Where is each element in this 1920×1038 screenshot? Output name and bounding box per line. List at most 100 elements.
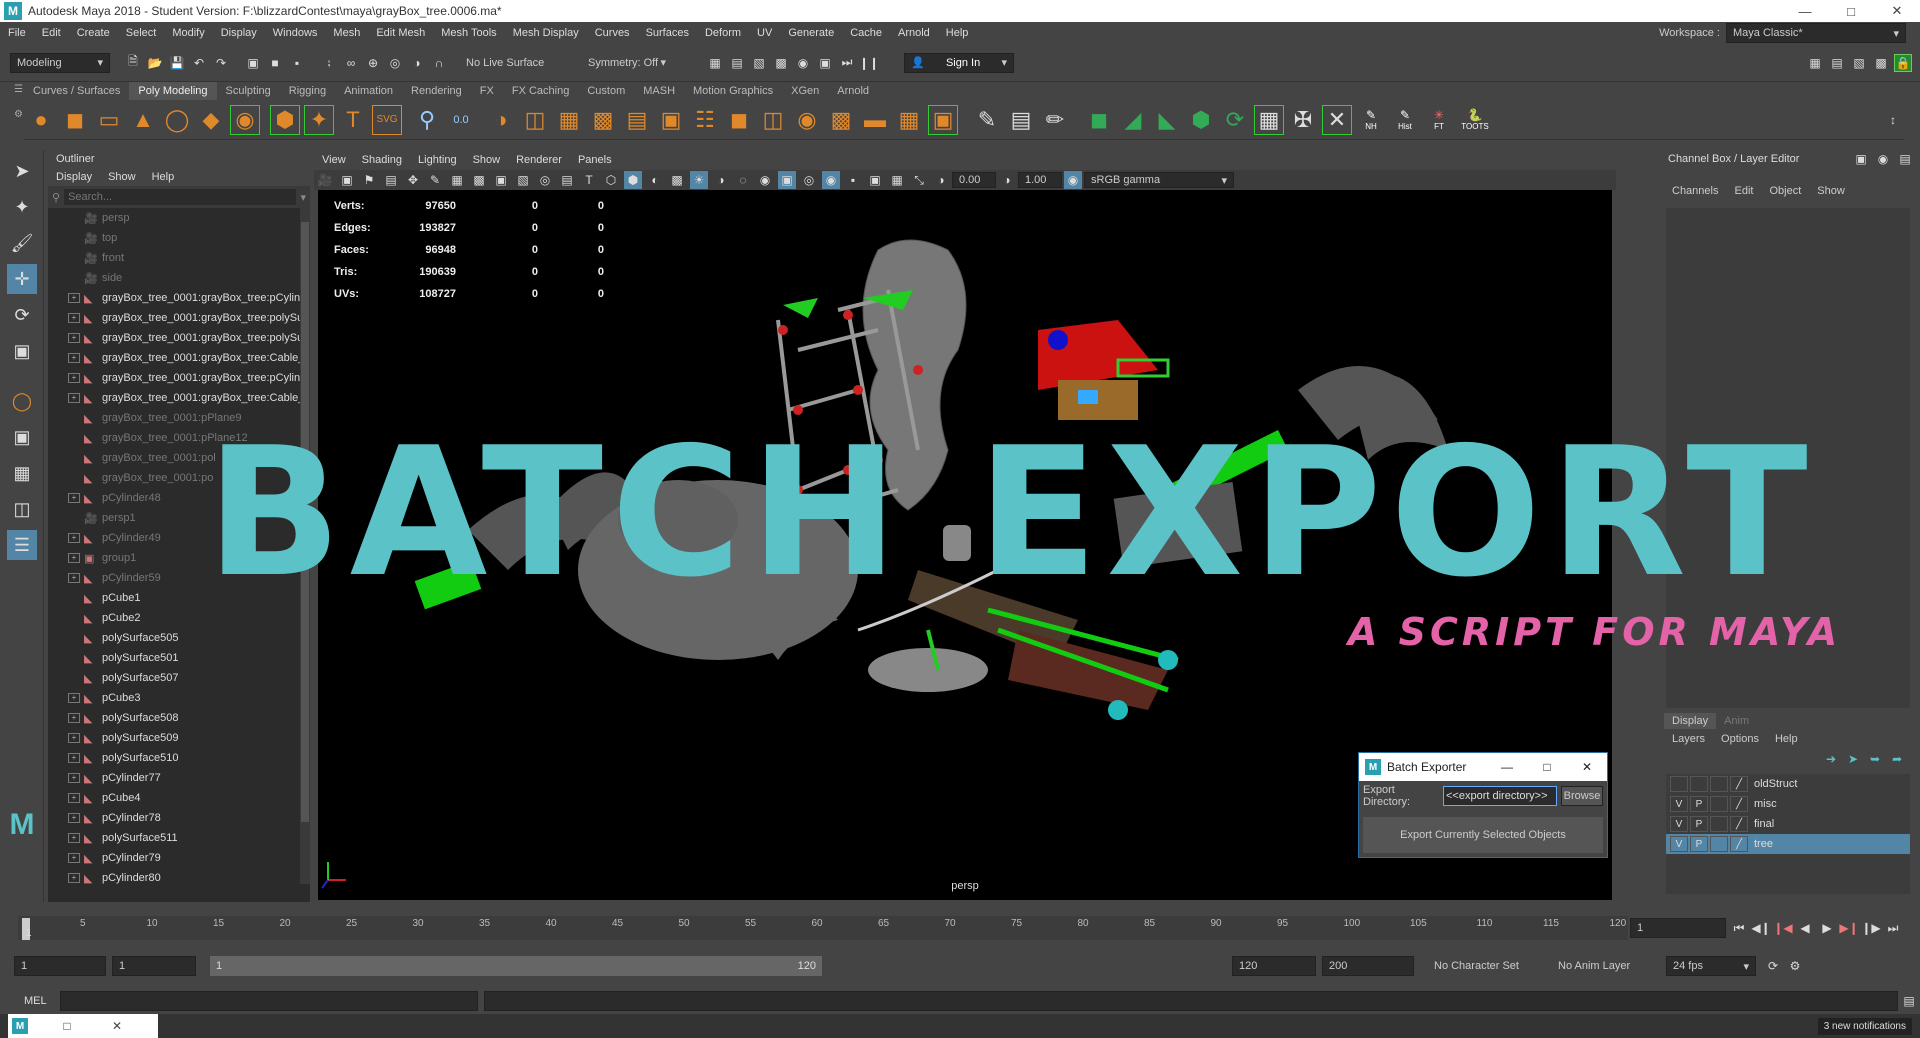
tool-settings-icon[interactable]: ▧ — [1850, 54, 1868, 72]
viewport-menu-renderer[interactable]: Renderer — [508, 154, 570, 166]
script-editor-icon[interactable]: ▤ — [1900, 992, 1918, 1010]
wireframe-icon[interactable]: ⬡ — [602, 171, 620, 189]
outliner-item[interactable]: + ◣ grayBox_tree_0001:grayBox_tree:Cable_ — [48, 348, 310, 368]
layer-row[interactable]: ╱ oldStruct — [1666, 774, 1910, 794]
layer-color-swatch[interactable]: ╱ — [1730, 836, 1748, 852]
outliner-item[interactable]: + ◣ polySurface511 — [48, 828, 310, 848]
timeline-track[interactable]: 1 5 10 15 20 25 30 35 40 45 50 55 60 65 70 75 80 85 90 95 1… — [18, 916, 1628, 940]
expand-icon[interactable]: + — [68, 813, 80, 823]
expand-view-icon[interactable]: ⤡ — [910, 171, 928, 189]
export-selected-button[interactable]: Export Currently Selected Objects — [1363, 817, 1603, 853]
snap-point-icon[interactable]: ⊕ — [364, 54, 382, 72]
shelf-tab-rendering[interactable]: Rendering — [402, 82, 471, 100]
outliner-item[interactable]: 🎥 top — [48, 228, 310, 248]
planar-uv-icon[interactable]: ▬ — [860, 105, 890, 135]
scene-start-field[interactable]: 1 — [14, 956, 106, 976]
menu-edit[interactable]: Edit — [34, 27, 69, 39]
gate-mask-icon[interactable]: ▧ — [514, 171, 532, 189]
poly-cylinder-icon[interactable]: ▭ — [94, 105, 124, 135]
resolution-icon[interactable]: ▣ — [866, 171, 884, 189]
merge-icon[interactable]: ◫ — [758, 105, 788, 135]
go-to-end-icon[interactable]: ⏭ — [1884, 919, 1902, 937]
menu-windows[interactable]: Windows — [265, 27, 326, 39]
color-management-icon[interactable]: ◉ — [1064, 171, 1082, 189]
notifications-badge[interactable]: 3 new notifications — [1817, 1017, 1912, 1035]
expand-icon[interactable]: + — [68, 313, 80, 323]
redo-icon[interactable]: ↷ — [212, 54, 230, 72]
display-type-toggle[interactable] — [1710, 776, 1728, 792]
poly-disc-icon[interactable]: ◉ — [230, 104, 260, 135]
layer-options-icon[interactable]: ➦ — [1888, 750, 1906, 768]
menu-arnold[interactable]: Arnold — [890, 27, 938, 39]
isolate-select-icon[interactable]: ▣ — [778, 171, 796, 189]
uv-editor-icon[interactable]: ▣ — [928, 104, 958, 135]
sign-in-dropdown[interactable]: 👤 Sign In ▾ — [904, 52, 1014, 73]
2d-pan-icon[interactable]: ✥ — [404, 171, 422, 189]
open-scene-icon[interactable]: 📂 — [146, 54, 164, 72]
new-layer-selected-icon[interactable]: ➥ — [1866, 750, 1884, 768]
shelf-scroll-icon[interactable]: ↕ — [1884, 111, 1902, 129]
safe-action-icon[interactable]: ▤ — [558, 171, 576, 189]
menu-cache[interactable]: Cache — [842, 27, 890, 39]
select-object-icon[interactable]: ■ — [266, 54, 284, 72]
expand-icon[interactable]: + — [68, 493, 80, 503]
custom-tool-4-icon[interactable]: ⬢ — [1186, 105, 1216, 135]
select-tool-icon[interactable]: ➤ — [7, 156, 37, 186]
render-frame-icon[interactable]: ▦ — [706, 54, 724, 72]
outliner-item[interactable]: ◣ polySurface501 — [48, 648, 310, 668]
channel-box-toggle-icon[interactable]: ▩ — [1872, 54, 1890, 72]
shelf-tab-mash[interactable]: MASH — [634, 82, 684, 100]
shelf-tab-arnold[interactable]: Arnold — [828, 82, 878, 100]
backface-icon[interactable]: ▪ — [844, 171, 862, 189]
hist-script-button[interactable]: ✎ Hist — [1390, 105, 1420, 135]
custom-tool-8-icon[interactable]: ✕ — [1322, 104, 1352, 135]
symmetry-dropdown[interactable]: Symmetry: Off ▾ — [582, 52, 672, 73]
menu-display[interactable]: Display — [213, 27, 265, 39]
poly-star-icon[interactable]: ✦ — [304, 104, 334, 135]
display-type-toggle[interactable] — [1710, 816, 1728, 832]
visibility-toggle[interactable]: V — [1670, 836, 1688, 852]
layer-color-swatch[interactable]: ╱ — [1730, 776, 1748, 792]
menu-curves[interactable]: Curves — [587, 27, 638, 39]
playback-toggle[interactable]: P — [1690, 836, 1708, 852]
expand-icon[interactable]: + — [68, 833, 80, 843]
viewport-menu-shading[interactable]: Shading — [354, 154, 410, 166]
viewport-menu-panels[interactable]: Panels — [570, 154, 620, 166]
maximize-button[interactable]: □ — [1828, 0, 1874, 22]
undo-icon[interactable]: ↶ — [190, 54, 208, 72]
textured-icon[interactable]: ▩ — [668, 171, 686, 189]
minimized-window[interactable]: M □ ✕ — [8, 1014, 158, 1038]
film-gate-icon[interactable]: ▩ — [470, 171, 488, 189]
smooth-icon[interactable]: ▩ — [588, 105, 618, 135]
color-space-dropdown[interactable]: sRGB gamma ▾ — [1084, 172, 1234, 188]
anti-alias-icon[interactable]: ◉ — [756, 171, 774, 189]
outliner-item[interactable]: + ◣ grayBox_tree_0001:grayBox_tree:Cable_ — [48, 388, 310, 408]
outliner-item[interactable]: + ◣ pCube4 — [48, 788, 310, 808]
snap-view-icon[interactable]: ◎ — [386, 54, 404, 72]
display-type-toggle[interactable] — [1710, 796, 1728, 812]
layer-menu-layers[interactable]: Layers — [1664, 733, 1713, 745]
outliner-item[interactable]: + ◣ polySurface508 — [48, 708, 310, 728]
lasso-tool-icon[interactable]: ✦ — [7, 192, 37, 222]
outliner-item[interactable]: ◣ polySurface507 — [48, 668, 310, 688]
expand-icon[interactable]: + — [68, 713, 80, 723]
layer-color-swatch[interactable]: ╱ — [1730, 816, 1748, 832]
snap-surface-icon[interactable]: ◑ — [408, 54, 426, 72]
playback-toggle[interactable]: P — [1690, 816, 1708, 832]
poly-plane-icon[interactable]: ◆ — [196, 105, 226, 135]
poly-text-icon[interactable]: T — [338, 105, 368, 135]
field-chart-icon[interactable]: ◎ — [536, 171, 554, 189]
shelf-tab-sculpting[interactable]: Sculpting — [217, 82, 280, 100]
expand-icon[interactable]: + — [68, 393, 80, 403]
combine-icon[interactable]: ◑ — [486, 105, 516, 135]
four-pane-layout-icon[interactable]: ▦ — [7, 458, 37, 488]
outliner-search-input[interactable] — [64, 189, 297, 205]
current-frame-field[interactable]: 1 — [1630, 918, 1726, 938]
viewport-menu-view[interactable]: View — [314, 154, 354, 166]
layer-row[interactable]: V P ╱ final — [1666, 814, 1910, 834]
select-component-icon[interactable]: ▪ — [288, 54, 306, 72]
expand-icon[interactable]: + — [68, 573, 80, 583]
outliner-item[interactable]: + ◣ grayBox_tree_0001:grayBox_tree:pCylin — [48, 368, 310, 388]
menu-uv[interactable]: UV — [749, 27, 780, 39]
viewport-menu-show[interactable]: Show — [465, 154, 509, 166]
